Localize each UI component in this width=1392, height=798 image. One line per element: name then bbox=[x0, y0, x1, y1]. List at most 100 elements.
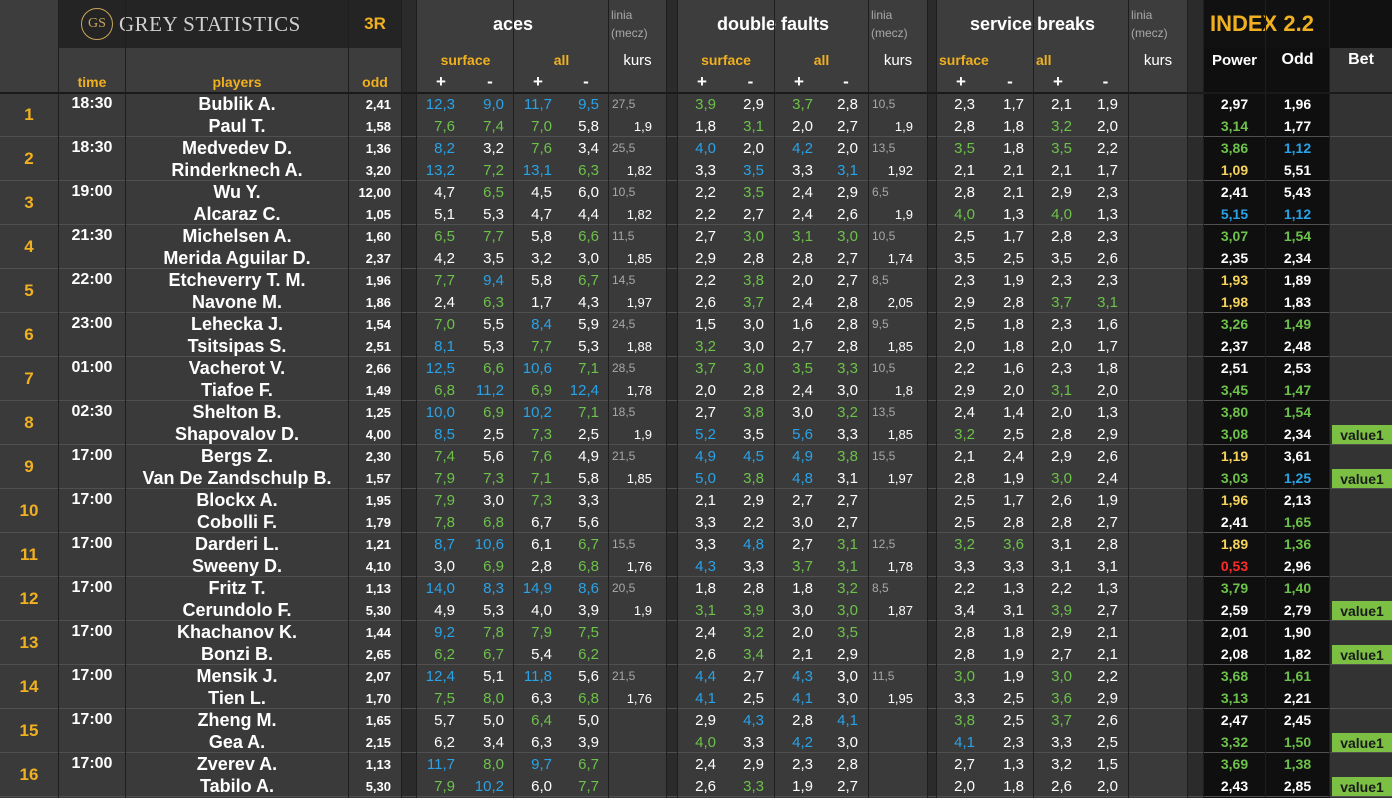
double-faults-line: 10,5 bbox=[872, 97, 896, 111]
column-divider bbox=[666, 0, 667, 798]
stat-value: 3,6 bbox=[1051, 689, 1072, 707]
player-odd: 2,07 bbox=[365, 668, 391, 684]
mecz-label: (mecz) bbox=[611, 26, 648, 40]
stat-value: 2,2 bbox=[1051, 579, 1072, 597]
player-name: Navone M. bbox=[191, 291, 283, 312]
match-time: 17:00 bbox=[71, 711, 113, 728]
stat-value: 6,0 bbox=[531, 777, 552, 795]
stat-value: 3,3 bbox=[837, 359, 858, 377]
stat-value: 3,2 bbox=[743, 623, 764, 641]
stat-value: 3,0 bbox=[578, 249, 599, 267]
player-name: Michelsen A. bbox=[182, 225, 292, 246]
aces-kurs: 1,9 bbox=[633, 118, 652, 134]
stat-value: 7,1 bbox=[578, 403, 599, 421]
power-value: 2,01 bbox=[1220, 624, 1249, 640]
aces-line: 15,5 bbox=[612, 537, 636, 551]
stat-value: 5,1 bbox=[434, 205, 455, 223]
value-bet-badge: value1 bbox=[1332, 469, 1392, 488]
stat-value: 2,8 bbox=[954, 623, 975, 641]
stat-value: 2,7 bbox=[743, 205, 764, 223]
stat-value: 2,9 bbox=[743, 755, 764, 773]
stat-value: 3,0 bbox=[743, 315, 764, 333]
stat-value: 3,1 bbox=[837, 469, 858, 487]
stat-value: 4,9 bbox=[578, 447, 599, 465]
stat-value: 3,3 bbox=[954, 557, 975, 575]
stat-value: 6,5 bbox=[434, 227, 455, 245]
plus-header: + bbox=[794, 72, 804, 91]
power-value: 1,09 bbox=[1220, 162, 1249, 178]
double-faults-line: 13,5 bbox=[872, 405, 896, 419]
aces-kurs: 1,9 bbox=[633, 426, 652, 442]
stat-value: 3,1 bbox=[1051, 535, 1072, 553]
stat-value: 4,3 bbox=[743, 711, 764, 729]
stat-value: 2,8 bbox=[531, 557, 552, 575]
index-odd-value: 1,38 bbox=[1283, 756, 1312, 772]
index-odd-value: 2,79 bbox=[1283, 602, 1312, 618]
aces-line: 27,5 bbox=[612, 97, 636, 111]
stat-value: 3,0 bbox=[743, 359, 764, 377]
stat-value: 6,9 bbox=[531, 381, 552, 399]
stat-value: 2,6 bbox=[1097, 447, 1118, 465]
stat-value: 10,2 bbox=[474, 777, 504, 795]
stat-value: 5,8 bbox=[578, 469, 599, 487]
aces-line bbox=[609, 621, 666, 643]
stat-value: 2,5 bbox=[954, 227, 975, 245]
stat-value: 7,9 bbox=[434, 777, 455, 795]
stat-value: 3,7 bbox=[695, 359, 716, 377]
stat-value: 6,3 bbox=[531, 733, 552, 751]
power-value: 2,59 bbox=[1220, 602, 1249, 618]
stat-value: 2,8 bbox=[1051, 425, 1072, 443]
aces-line bbox=[609, 489, 666, 511]
stat-value: 5,1 bbox=[483, 667, 504, 685]
stat-value: 2,9 bbox=[837, 645, 858, 663]
player-odd: 5,30 bbox=[365, 602, 391, 618]
stat-value: 3,1 bbox=[837, 535, 858, 553]
player-name: Zverev A. bbox=[196, 753, 278, 774]
stat-value: 3,2 bbox=[483, 139, 504, 157]
player-odd: 1,05 bbox=[365, 206, 391, 222]
player-odd: 4,10 bbox=[365, 558, 391, 574]
stat-value: 3,8 bbox=[743, 469, 764, 487]
match-number: 6 bbox=[24, 325, 34, 344]
stat-value: 1,6 bbox=[792, 315, 813, 333]
stat-value: 4,3 bbox=[792, 667, 813, 685]
stat-value: 2,6 bbox=[837, 205, 858, 223]
stat-value: 11,8 bbox=[523, 667, 552, 685]
stat-value: 3,0 bbox=[1051, 667, 1072, 685]
stat-value: 6,7 bbox=[483, 645, 504, 663]
value-bet-badge: value1 bbox=[1332, 425, 1392, 444]
stat-value: 2,9 bbox=[695, 249, 716, 267]
column-gap bbox=[667, 0, 677, 798]
index-odd-value: 5,43 bbox=[1283, 184, 1312, 200]
aces-line: 21,5 bbox=[612, 669, 636, 683]
stat-value: 3,0 bbox=[743, 227, 764, 245]
index-odd-value: 3,61 bbox=[1283, 448, 1312, 464]
row-divider bbox=[0, 796, 1392, 797]
players-header: players bbox=[212, 74, 262, 90]
stat-value: 2,7 bbox=[1097, 601, 1118, 619]
stat-value: 6,4 bbox=[531, 711, 552, 729]
stat-value: 3,8 bbox=[743, 271, 764, 289]
linia-header: linia (mecz) bbox=[1129, 2, 1187, 46]
stat-value: 2,1 bbox=[695, 491, 716, 509]
stat-value: 2,3 bbox=[1097, 271, 1118, 289]
stat-value: 1,8 bbox=[1003, 337, 1024, 355]
match-time: 17:00 bbox=[71, 447, 113, 464]
stat-value: 1,9 bbox=[1003, 271, 1024, 289]
stat-value: 2,4 bbox=[792, 183, 813, 201]
column-gap bbox=[402, 0, 416, 798]
power-value: 1,89 bbox=[1220, 536, 1249, 552]
stat-value: 8,5 bbox=[434, 425, 455, 443]
double-faults-kurs: 1,78 bbox=[887, 558, 913, 574]
index-odd-value: 1,50 bbox=[1283, 734, 1312, 750]
power-value: 2,41 bbox=[1220, 514, 1249, 530]
linia-label: linia bbox=[871, 8, 893, 22]
stat-value: 7,1 bbox=[578, 359, 599, 377]
stat-value: 4,0 bbox=[695, 733, 716, 751]
index-odd-value: 1,47 bbox=[1283, 382, 1312, 398]
value-bet-badge: value1 bbox=[1332, 601, 1392, 620]
player-odd: 1,13 bbox=[365, 580, 391, 596]
stat-value: 3,0 bbox=[837, 667, 858, 685]
stat-value: 2,9 bbox=[743, 491, 764, 509]
match-number: 2 bbox=[24, 149, 34, 168]
